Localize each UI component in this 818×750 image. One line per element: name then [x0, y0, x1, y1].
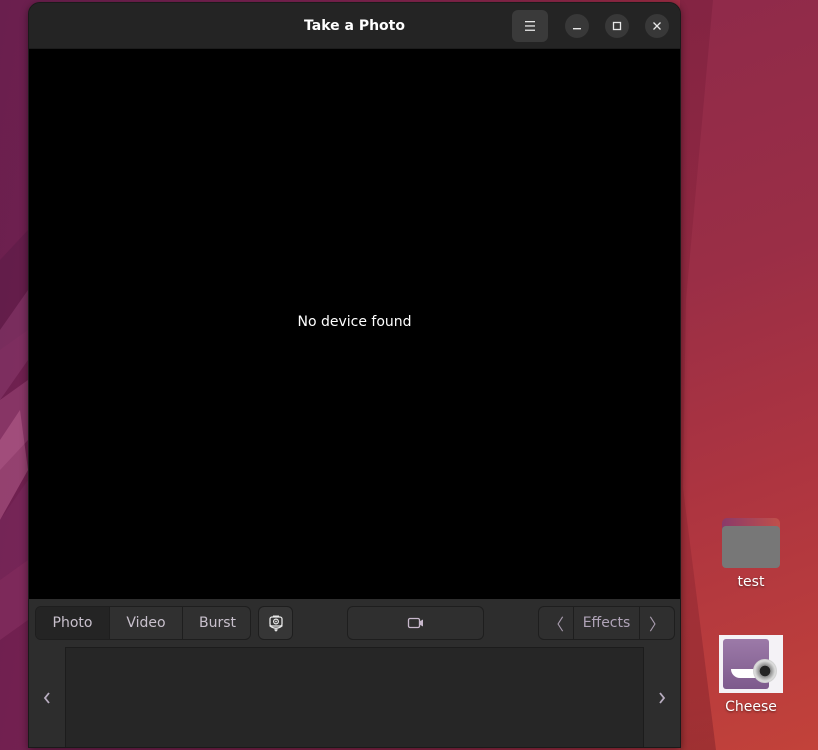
cheese-app-icon [719, 635, 783, 693]
desktop-icon-label: Cheese [725, 699, 777, 715]
thumbnails-next-button[interactable] [644, 647, 680, 747]
maximize-icon [612, 21, 622, 31]
mode-video-button[interactable]: Video [110, 607, 183, 639]
mode-switcher: Photo Video Burst [35, 606, 251, 640]
folder-icon [722, 518, 780, 568]
thumbnail-area [29, 647, 680, 747]
close-icon [653, 22, 661, 30]
effects-button[interactable]: Effects [574, 607, 639, 639]
video-camera-icon [407, 617, 423, 629]
camera-flip-icon [268, 615, 283, 632]
titlebar: Take a Photo [29, 3, 680, 49]
mode-burst-button[interactable]: Burst [183, 607, 250, 639]
camera-viewport: No device found [29, 49, 680, 599]
thumbnail-strip[interactable] [65, 647, 644, 747]
no-device-message: No device found [297, 314, 412, 330]
chevron-right-icon: 〉 [648, 615, 665, 634]
window-title: Take a Photo [304, 17, 405, 34]
thumbnails-prev-button[interactable] [29, 647, 65, 747]
minimize-button[interactable] [565, 14, 589, 38]
flip-camera-button[interactable] [258, 606, 293, 640]
hamburger-menu-icon [525, 21, 535, 31]
desktop-icon-label: test [737, 574, 765, 590]
main-menu-button[interactable] [512, 10, 548, 42]
maximize-button[interactable] [605, 14, 629, 38]
effects-prev-button[interactable]: 〈 [539, 607, 574, 639]
cheese-window: Take a Photo No device found Photo Video… [28, 2, 681, 748]
effects-next-button[interactable]: 〉 [639, 607, 674, 639]
mode-photo-button[interactable]: Photo [36, 607, 110, 639]
take-photo-button[interactable] [347, 606, 484, 640]
minimize-icon [573, 28, 581, 30]
effects-control: 〈 Effects 〉 [538, 606, 675, 640]
chevron-left-icon: 〈 [547, 615, 564, 634]
close-button[interactable] [645, 14, 669, 38]
desktop-icon-cheese-app[interactable]: Cheese [711, 635, 791, 715]
controls-bar: Photo Video Burst 〈 Effects 〉 [29, 599, 680, 647]
chevron-left-icon [43, 692, 50, 704]
chevron-right-icon [659, 692, 666, 704]
desktop-icon-test-folder[interactable]: test [711, 518, 791, 590]
